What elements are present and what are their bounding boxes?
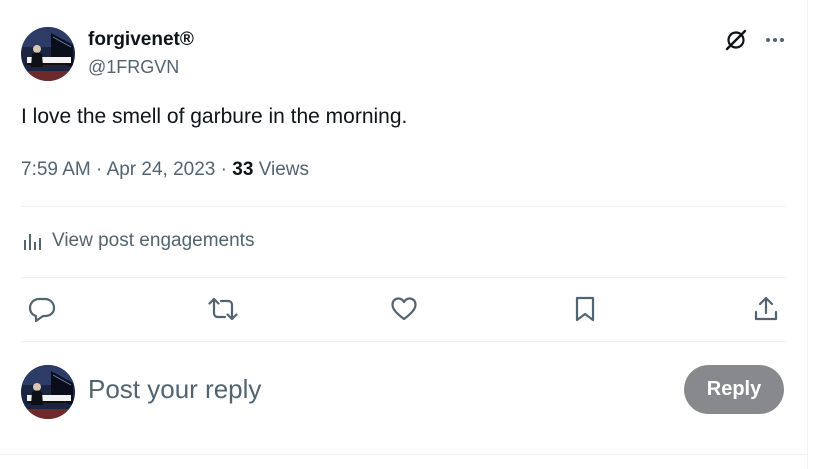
grok-icon[interactable] xyxy=(724,28,748,52)
post-time[interactable]: 7:59 AM xyxy=(21,159,91,180)
reply-input[interactable]: Post your reply xyxy=(88,373,261,405)
divider xyxy=(21,277,786,278)
bottom-border xyxy=(0,454,808,455)
avatar-pianist-image xyxy=(21,365,75,419)
post-date[interactable]: Apr 24, 2023 xyxy=(107,159,216,180)
heart-icon[interactable] xyxy=(388,293,420,325)
post-text: I love the smell of garbure in the morni… xyxy=(21,105,408,128)
reply-avatar xyxy=(21,365,75,419)
post-detail-page: forgivenet® @1FRGVN I love the smell of … xyxy=(0,0,814,469)
meta-separator: · xyxy=(220,159,227,180)
avatar-pianist-image xyxy=(21,27,75,81)
author-avatar[interactable] xyxy=(21,27,75,81)
views-count: 33 xyxy=(232,159,254,180)
author-handle[interactable]: @1FRGVN xyxy=(88,56,179,78)
registered-badge: ® xyxy=(179,29,194,50)
views-label: Views xyxy=(258,159,310,180)
post-meta: 7:59 AM · Apr 24, 2023 · 33 Views xyxy=(21,158,309,182)
engagements-label: View post engagements xyxy=(52,230,255,251)
analytics-bars-icon xyxy=(21,230,43,252)
divider xyxy=(21,341,786,342)
post-header-actions xyxy=(724,28,786,52)
divider xyxy=(21,206,786,207)
author-display-name: forgivenet xyxy=(88,29,180,50)
share-icon[interactable] xyxy=(750,293,782,325)
view-engagements-link[interactable]: View post engagements xyxy=(21,229,254,253)
reply-button[interactable]: Reply xyxy=(684,365,784,414)
meta-separator: · xyxy=(96,159,103,180)
repost-icon[interactable] xyxy=(207,293,239,325)
reply-bubble-icon[interactable] xyxy=(26,293,58,325)
author-name[interactable]: forgivenet® xyxy=(88,28,194,52)
bookmark-icon[interactable] xyxy=(569,293,601,325)
more-dots-icon[interactable] xyxy=(764,29,786,51)
column-border xyxy=(807,0,808,469)
